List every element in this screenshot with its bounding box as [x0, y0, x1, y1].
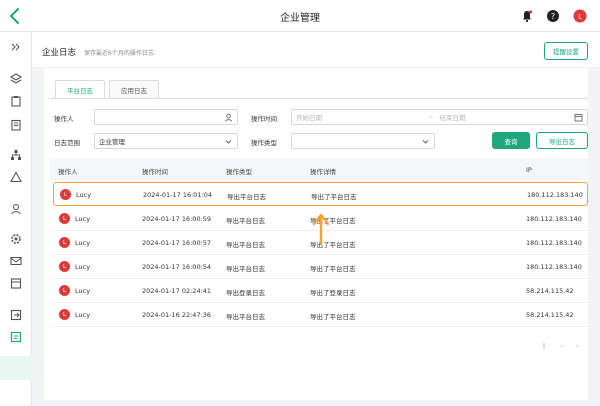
- reminder-settings-button[interactable]: 提醒设置: [544, 42, 588, 60]
- avatar: L: [59, 213, 70, 224]
- row-user: Lucy: [76, 191, 92, 199]
- calendar-icon[interactable]: [9, 276, 23, 290]
- end-date-placeholder: 结束日期: [439, 114, 466, 122]
- row-detail: 导出了登录日志: [310, 289, 356, 297]
- clipboard-icon[interactable]: [9, 94, 23, 108]
- user-avatar-icon[interactable]: L: [573, 9, 587, 23]
- sidebar: [0, 32, 32, 406]
- operator-label: 操作人: [54, 115, 74, 123]
- pagination-next-button[interactable]: ›: [576, 342, 579, 350]
- row-ip: 180.112.183.140: [527, 191, 583, 199]
- layers-icon[interactable]: [9, 72, 23, 86]
- page-header: 企业日志 保存最近6个月的操作日志 提醒设置: [32, 32, 600, 68]
- row-ip: 180.112.183.140: [526, 263, 582, 271]
- row-time: 2024-01-17 16:00:57: [142, 239, 212, 247]
- row-time: 2024-01-16 22:47:36: [142, 311, 212, 319]
- query-button[interactable]: 查询: [492, 132, 530, 149]
- table-row[interactable]: L Lucy 2024-01-17 16:00:54 导出平台日志 导出了平台日…: [53, 255, 588, 279]
- row-ip: 180.112.183.140: [526, 215, 582, 223]
- col-detail: 操作详情: [310, 168, 336, 176]
- col-operator: 操作人: [58, 168, 78, 176]
- tab-app-log[interactable]: 应用日志: [109, 80, 159, 98]
- row-user: Lucy: [75, 239, 91, 247]
- date-range-input[interactable]: 开始日期 ~ 结束日期: [291, 109, 588, 125]
- scope-label: 日志范围: [54, 139, 80, 147]
- building-icon[interactable]: [9, 118, 23, 132]
- row-detail: 导出了平台日志: [310, 313, 356, 321]
- row-type: 导出平台日志: [226, 313, 265, 321]
- svg-text:?: ?: [551, 12, 555, 21]
- row-user: Lucy: [75, 215, 91, 223]
- row-type: 导出平台日志: [226, 217, 265, 225]
- table-row[interactable]: L Lucy 2024-01-17 16:01:04 导出平台日志 导出了平台日…: [53, 182, 588, 206]
- type-label: 操作类型: [251, 139, 277, 147]
- top-bar: 企业管理 ? L: [0, 0, 600, 32]
- help-icon[interactable]: ?: [546, 9, 560, 23]
- row-ip: 180.112.183.140: [526, 239, 582, 247]
- row-time: 2024-01-17 16:01:04: [143, 191, 213, 199]
- triangle-icon[interactable]: [9, 170, 23, 184]
- page-title: 企业日志: [42, 48, 77, 58]
- type-select[interactable]: [291, 133, 435, 149]
- row-ip: 58.214.115.42: [526, 311, 574, 319]
- row-detail: 导出了平台日志: [310, 265, 356, 273]
- row-user: Lucy: [75, 263, 91, 271]
- pagination-first-button[interactable]: ⟪: [542, 342, 546, 350]
- page-subtitle: 保存最近6个月的操作日志: [84, 50, 154, 57]
- row-detail: 导出了平台日志: [311, 193, 357, 201]
- avatar: L: [59, 309, 70, 320]
- svg-text:L: L: [578, 13, 582, 21]
- gear-icon[interactable]: [9, 232, 23, 246]
- row-type: 导出平台日志: [226, 265, 265, 273]
- row-time: 2024-01-17 02:24:41: [142, 287, 212, 295]
- row-time: 2024-01-17 16:00:59: [142, 215, 212, 223]
- row-ip: 58.214.115.42: [526, 287, 574, 295]
- log-icon[interactable]: [9, 330, 23, 344]
- table-row[interactable]: L Lucy 2024-01-16 22:47:36 导出平台日志 导出了平台日…: [53, 303, 588, 327]
- table-header: 操作人 操作时间 操作类型 操作详情 IP: [50, 159, 588, 181]
- col-ip: IP: [526, 166, 532, 174]
- user-icon[interactable]: [9, 202, 23, 216]
- tab-platform-log[interactable]: 平台日志: [55, 80, 105, 98]
- date-separator: ~: [428, 113, 434, 121]
- row-user: Lucy: [75, 287, 91, 295]
- bell-icon[interactable]: [520, 9, 534, 23]
- avatar: L: [59, 261, 70, 272]
- calendar-icon: [574, 114, 583, 122]
- avatar: L: [60, 189, 71, 200]
- time-label: 操作时间: [251, 115, 277, 123]
- col-type: 操作类型: [226, 168, 252, 176]
- col-time: 操作时间: [142, 168, 168, 176]
- row-type: 导出平台日志: [226, 241, 265, 249]
- start-date-placeholder: 开始日期: [296, 114, 322, 122]
- chevron-down-icon: [225, 140, 232, 144]
- operator-input[interactable]: [94, 109, 238, 125]
- mail-icon[interactable]: [9, 254, 23, 268]
- app-title: 企业管理: [280, 13, 320, 24]
- avatar: L: [59, 285, 70, 296]
- row-time: 2024-01-17 16:00:54: [142, 263, 212, 271]
- org-chart-icon[interactable]: [9, 148, 23, 162]
- export-log-button[interactable]: 导出日志: [536, 132, 588, 149]
- annotation-arrow-icon: [312, 213, 330, 244]
- scope-select[interactable]: 企业管理: [94, 133, 238, 149]
- collapse-icon[interactable]: [9, 40, 23, 54]
- row-type: 导出登录日志: [226, 289, 265, 297]
- sidebar-active-highlight: [0, 356, 32, 380]
- avatar: L: [59, 237, 70, 248]
- row-type: 导出平台日志: [227, 193, 266, 201]
- pagination-prev-button[interactable]: ‹: [560, 342, 563, 350]
- logout-icon[interactable]: [9, 308, 23, 322]
- tab-divider: [50, 98, 588, 99]
- row-user: Lucy: [75, 311, 91, 319]
- person-icon: [225, 113, 232, 122]
- chevron-down-icon: [422, 140, 429, 144]
- table-row[interactable]: L Lucy 2024-01-17 02:24:41 导出登录日志 导出了登录日…: [53, 279, 588, 303]
